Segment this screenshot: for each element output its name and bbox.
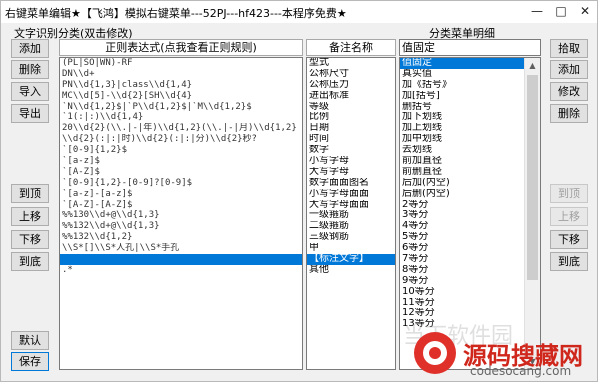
detail-list-item[interactable]: 9等分 (400, 276, 540, 287)
notes-list-item[interactable]: 数字 (307, 145, 395, 156)
regex-list-item[interactable]: `[0-9]{1,2}-[0-9]?[0-9]$ (60, 178, 302, 189)
detail-list-item[interactable]: 2等分 (400, 200, 540, 211)
notes-column-header: 备注名称 (306, 39, 396, 56)
detail-move-down-button[interactable]: 下移 (550, 230, 588, 249)
detail-list-item[interactable]: 后删(内空) (400, 189, 540, 200)
regex-list-item[interactable] (60, 254, 302, 265)
regex-column-header[interactable]: 正则表达式(点我查看正则规则) (59, 39, 303, 56)
regex-list-item[interactable]: \\S*[]\\S*人孔|\\S*手孔 (60, 243, 302, 254)
detail-list-item[interactable]: 3等分 (400, 210, 540, 221)
notes-list-item[interactable]: 比例 (307, 112, 395, 123)
detail-value-input[interactable]: 值固定 (399, 39, 541, 56)
notes-list-item[interactable]: 日期 (307, 123, 395, 134)
maximize-button[interactable]: □ (552, 3, 570, 19)
regex-list-item[interactable]: (PL|SO|WN)-RF (60, 58, 302, 69)
detail-modify-button[interactable]: 修改 (550, 82, 588, 101)
scroll-up-arrow-icon[interactable]: ▲ (525, 58, 540, 73)
detail-move-up-button[interactable]: 上移 (550, 207, 588, 226)
detail-list-item[interactable]: 真实值 (400, 69, 540, 80)
notes-list-item[interactable]: 其他 (307, 265, 395, 276)
close-button[interactable]: ✕ (576, 3, 594, 19)
regex-list-item[interactable]: 20\\d{2}(\\.|-|年)\\d{1,2}(\\.|-|月)\\d{1,… (60, 123, 302, 134)
regex-list[interactable]: (PL|SO|WN)-RF DN\\d+ PN\\d{1,3}|class\\d{1… (59, 57, 303, 370)
detail-move-to-top-button[interactable]: 到顶 (550, 184, 588, 203)
detail-list-item[interactable]: 前删直径 (400, 167, 540, 178)
detail-list-item[interactable]: 4等分 (400, 221, 540, 232)
notes-list-item[interactable]: 二级箍筋 (307, 221, 395, 232)
move-up-button[interactable]: 上移 (11, 207, 49, 226)
move-to-top-button[interactable]: 到顶 (11, 184, 49, 203)
import-button[interactable]: 导入 (11, 82, 49, 101)
regex-list-item[interactable]: MC\\d[5]-\\d{2}[SH\\d{4} (60, 91, 302, 102)
notes-list-item[interactable]: 时间 (307, 134, 395, 145)
notes-list-item[interactable]: 等级 (307, 102, 395, 113)
notes-list-item[interactable]: 一级箍筋 (307, 210, 395, 221)
notes-list-item[interactable]: 进出标准 (307, 91, 395, 102)
save-button[interactable]: 保存 (11, 352, 49, 371)
detail-delete-button[interactable]: 删除 (550, 104, 588, 123)
detail-scrollbar[interactable]: ▲ ▼ (524, 58, 540, 369)
regex-list-item[interactable]: .* (60, 265, 302, 276)
notes-list-item[interactable]: 数字面面图名 (307, 178, 395, 189)
watermark-url-text: codesocang.com (470, 364, 572, 378)
detail-list-item[interactable]: 7等分 (400, 254, 540, 265)
move-down-button[interactable]: 下移 (11, 230, 49, 249)
default-button[interactable]: 默认 (11, 331, 49, 350)
detail-list-item[interactable]: 值固定 (400, 58, 540, 69)
add-button[interactable]: 添加 (11, 39, 49, 58)
scroll-thumb[interactable] (527, 75, 538, 280)
detail-list-item[interactable]: 加上划线 (400, 123, 540, 134)
minimize-button[interactable]: — (528, 3, 546, 19)
detail-list-item[interactable]: 加中划线 (400, 134, 540, 145)
regex-list-item[interactable]: `1(:|:)\\d{1,4} (60, 112, 302, 123)
notes-list-item[interactable]: 三级钢筋 (307, 232, 395, 243)
detail-list-item[interactable]: 8等分 (400, 265, 540, 276)
detail-list-item[interactable]: 加[括号] (400, 91, 540, 102)
notes-list[interactable]: 型式 公称尺寸 公称压力 进出标准 等级 比例 日期 时间 数字 小写字母 大写字母 数字面面图名 小写… (306, 57, 396, 370)
notes-list-item[interactable]: 公称尺寸 (307, 69, 395, 80)
detail-list-item[interactable]: 删括号 (400, 102, 540, 113)
regex-list-item[interactable]: `[a-z]$ (60, 156, 302, 167)
regex-list-item[interactable]: PN\\d{1,3}|class\\d{1,4} (60, 80, 302, 91)
notes-list-item[interactable]: 小写字母面面 (307, 189, 395, 200)
regex-list-item[interactable]: `[a-z]-[a-z]$ (60, 189, 302, 200)
notes-list-item[interactable]: 小写字母 (307, 156, 395, 167)
notes-list-item[interactable]: 型式 (307, 58, 395, 69)
window-title: 右键菜单编辑★【飞鸿】模拟右键菜单---52PJ---hf423---本程序免费… (5, 7, 347, 20)
delete-button[interactable]: 删除 (11, 60, 49, 79)
detail-add-button[interactable]: 添加 (550, 60, 588, 79)
watermark-logo-icon (414, 332, 456, 374)
detail-list-item[interactable]: 去划线 (400, 145, 540, 156)
pickup-button[interactable]: 拾取 (550, 39, 588, 58)
detail-list-item[interactable]: 10等分 (400, 287, 540, 298)
notes-list-item[interactable]: 大写字母 (307, 167, 395, 178)
detail-list-item[interactable]: 11等分 (400, 298, 540, 309)
regex-list-item[interactable]: `[A-Z]-[A-Z]$ (60, 200, 302, 211)
regex-list-item[interactable]: %%132\\d+@\\d{1,3} (60, 221, 302, 232)
detail-list-item[interactable]: 加《括号》 (400, 80, 540, 91)
move-to-bottom-button[interactable]: 到底 (11, 252, 49, 271)
notes-list-item[interactable]: 【标注文字】 (307, 254, 395, 265)
title-bar: 右键菜单编辑★【飞鸿】模拟右键菜单---52PJ---hf423---本程序免费… (1, 1, 597, 23)
detail-move-to-bottom-button[interactable]: 到底 (550, 252, 588, 271)
regex-list-item[interactable]: %%132\\d{1,2} (60, 232, 302, 243)
detail-list-item[interactable]: 后加(内空) (400, 178, 540, 189)
regex-list-item[interactable]: `[0-9]{1,2}$ (60, 145, 302, 156)
detail-list-item[interactable]: 5等分 (400, 232, 540, 243)
regex-list-item[interactable]: DN\\d+ (60, 69, 302, 80)
notes-list-item[interactable]: 公称压力 (307, 80, 395, 91)
detail-list-item[interactable]: 加下划线 (400, 112, 540, 123)
export-button[interactable]: 导出 (11, 104, 49, 123)
detail-list-item[interactable]: 前加直径 (400, 156, 540, 167)
notes-list-item[interactable]: 大写字母面面 (307, 200, 395, 211)
detail-list-item[interactable]: 6等分 (400, 243, 540, 254)
regex-list-item[interactable]: \\d{2}(:|:|时)\\d{2}(:|:|分)\\d{2}秒? (60, 134, 302, 145)
regex-list-item[interactable]: %%130\\d+@\\d{1,3} (60, 210, 302, 221)
regex-list-item[interactable]: `N\\d{1,2}$|`P\\d{1,2}$|`M\\d{1,2}$ (60, 102, 302, 113)
regex-list-item[interactable]: `[A-Z]$ (60, 167, 302, 178)
notes-list-item[interactable]: 甲 (307, 243, 395, 254)
